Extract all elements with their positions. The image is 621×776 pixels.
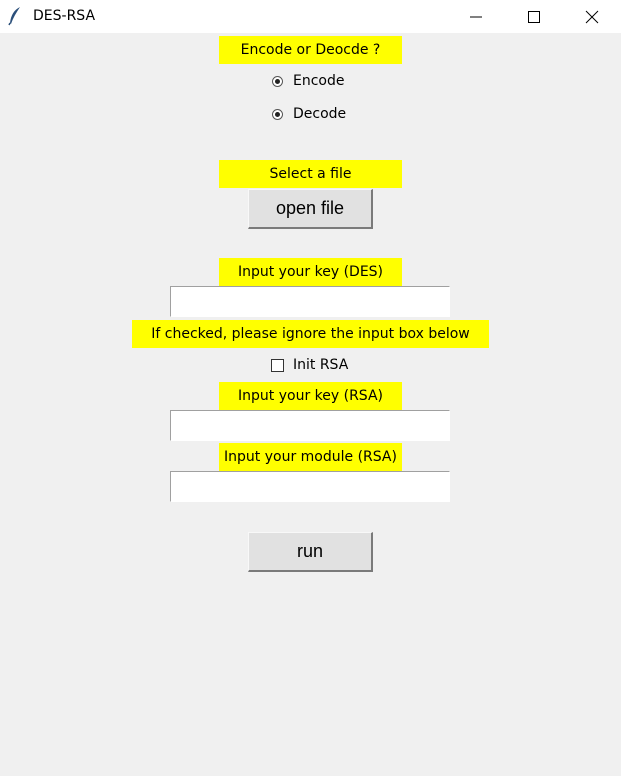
des-key-label: Input your key (DES) [219, 258, 402, 286]
open-file-button[interactable]: open file [248, 189, 373, 229]
maximize-icon [528, 11, 540, 23]
rsa-module-label: Input your module (RSA) [219, 443, 402, 471]
rsa-module-input[interactable] [170, 471, 450, 502]
des-key-input[interactable] [170, 286, 450, 317]
title-bar[interactable]: DES-RSA [0, 0, 621, 33]
run-button[interactable]: run [248, 532, 373, 572]
rsa-init-note: If checked, please ignore the input box … [132, 320, 489, 348]
feather-icon [8, 6, 22, 26]
init-rsa-checkbox-row[interactable]: Init RSA [271, 355, 348, 375]
init-rsa-label: Init RSA [293, 357, 349, 373]
close-button[interactable] [563, 0, 621, 33]
radio-encode-indicator[interactable] [272, 75, 283, 87]
window-title: DES-RSA [33, 8, 96, 24]
minimize-button[interactable] [447, 0, 505, 33]
app-window: DES-RSA Encode or Deocde ? Encode Decode… [0, 0, 621, 776]
radio-selected-dot [275, 111, 280, 117]
minimize-icon [470, 16, 482, 18]
mode-label: Encode or Deocde ? [219, 36, 402, 64]
radio-encode-label: Encode [293, 73, 345, 89]
rsa-key-label: Input your key (RSA) [219, 382, 402, 410]
close-icon [585, 10, 599, 24]
radio-decode-label: Decode [293, 106, 347, 122]
rsa-key-input[interactable] [170, 410, 450, 441]
radio-encode[interactable]: Encode [272, 71, 344, 91]
init-rsa-checkbox[interactable] [271, 358, 284, 372]
radio-selected-dot [275, 78, 280, 84]
radio-decode-indicator[interactable] [272, 108, 283, 120]
maximize-button[interactable] [505, 0, 563, 33]
radio-decode[interactable]: Decode [272, 104, 346, 124]
select-file-label: Select a file [219, 160, 402, 188]
